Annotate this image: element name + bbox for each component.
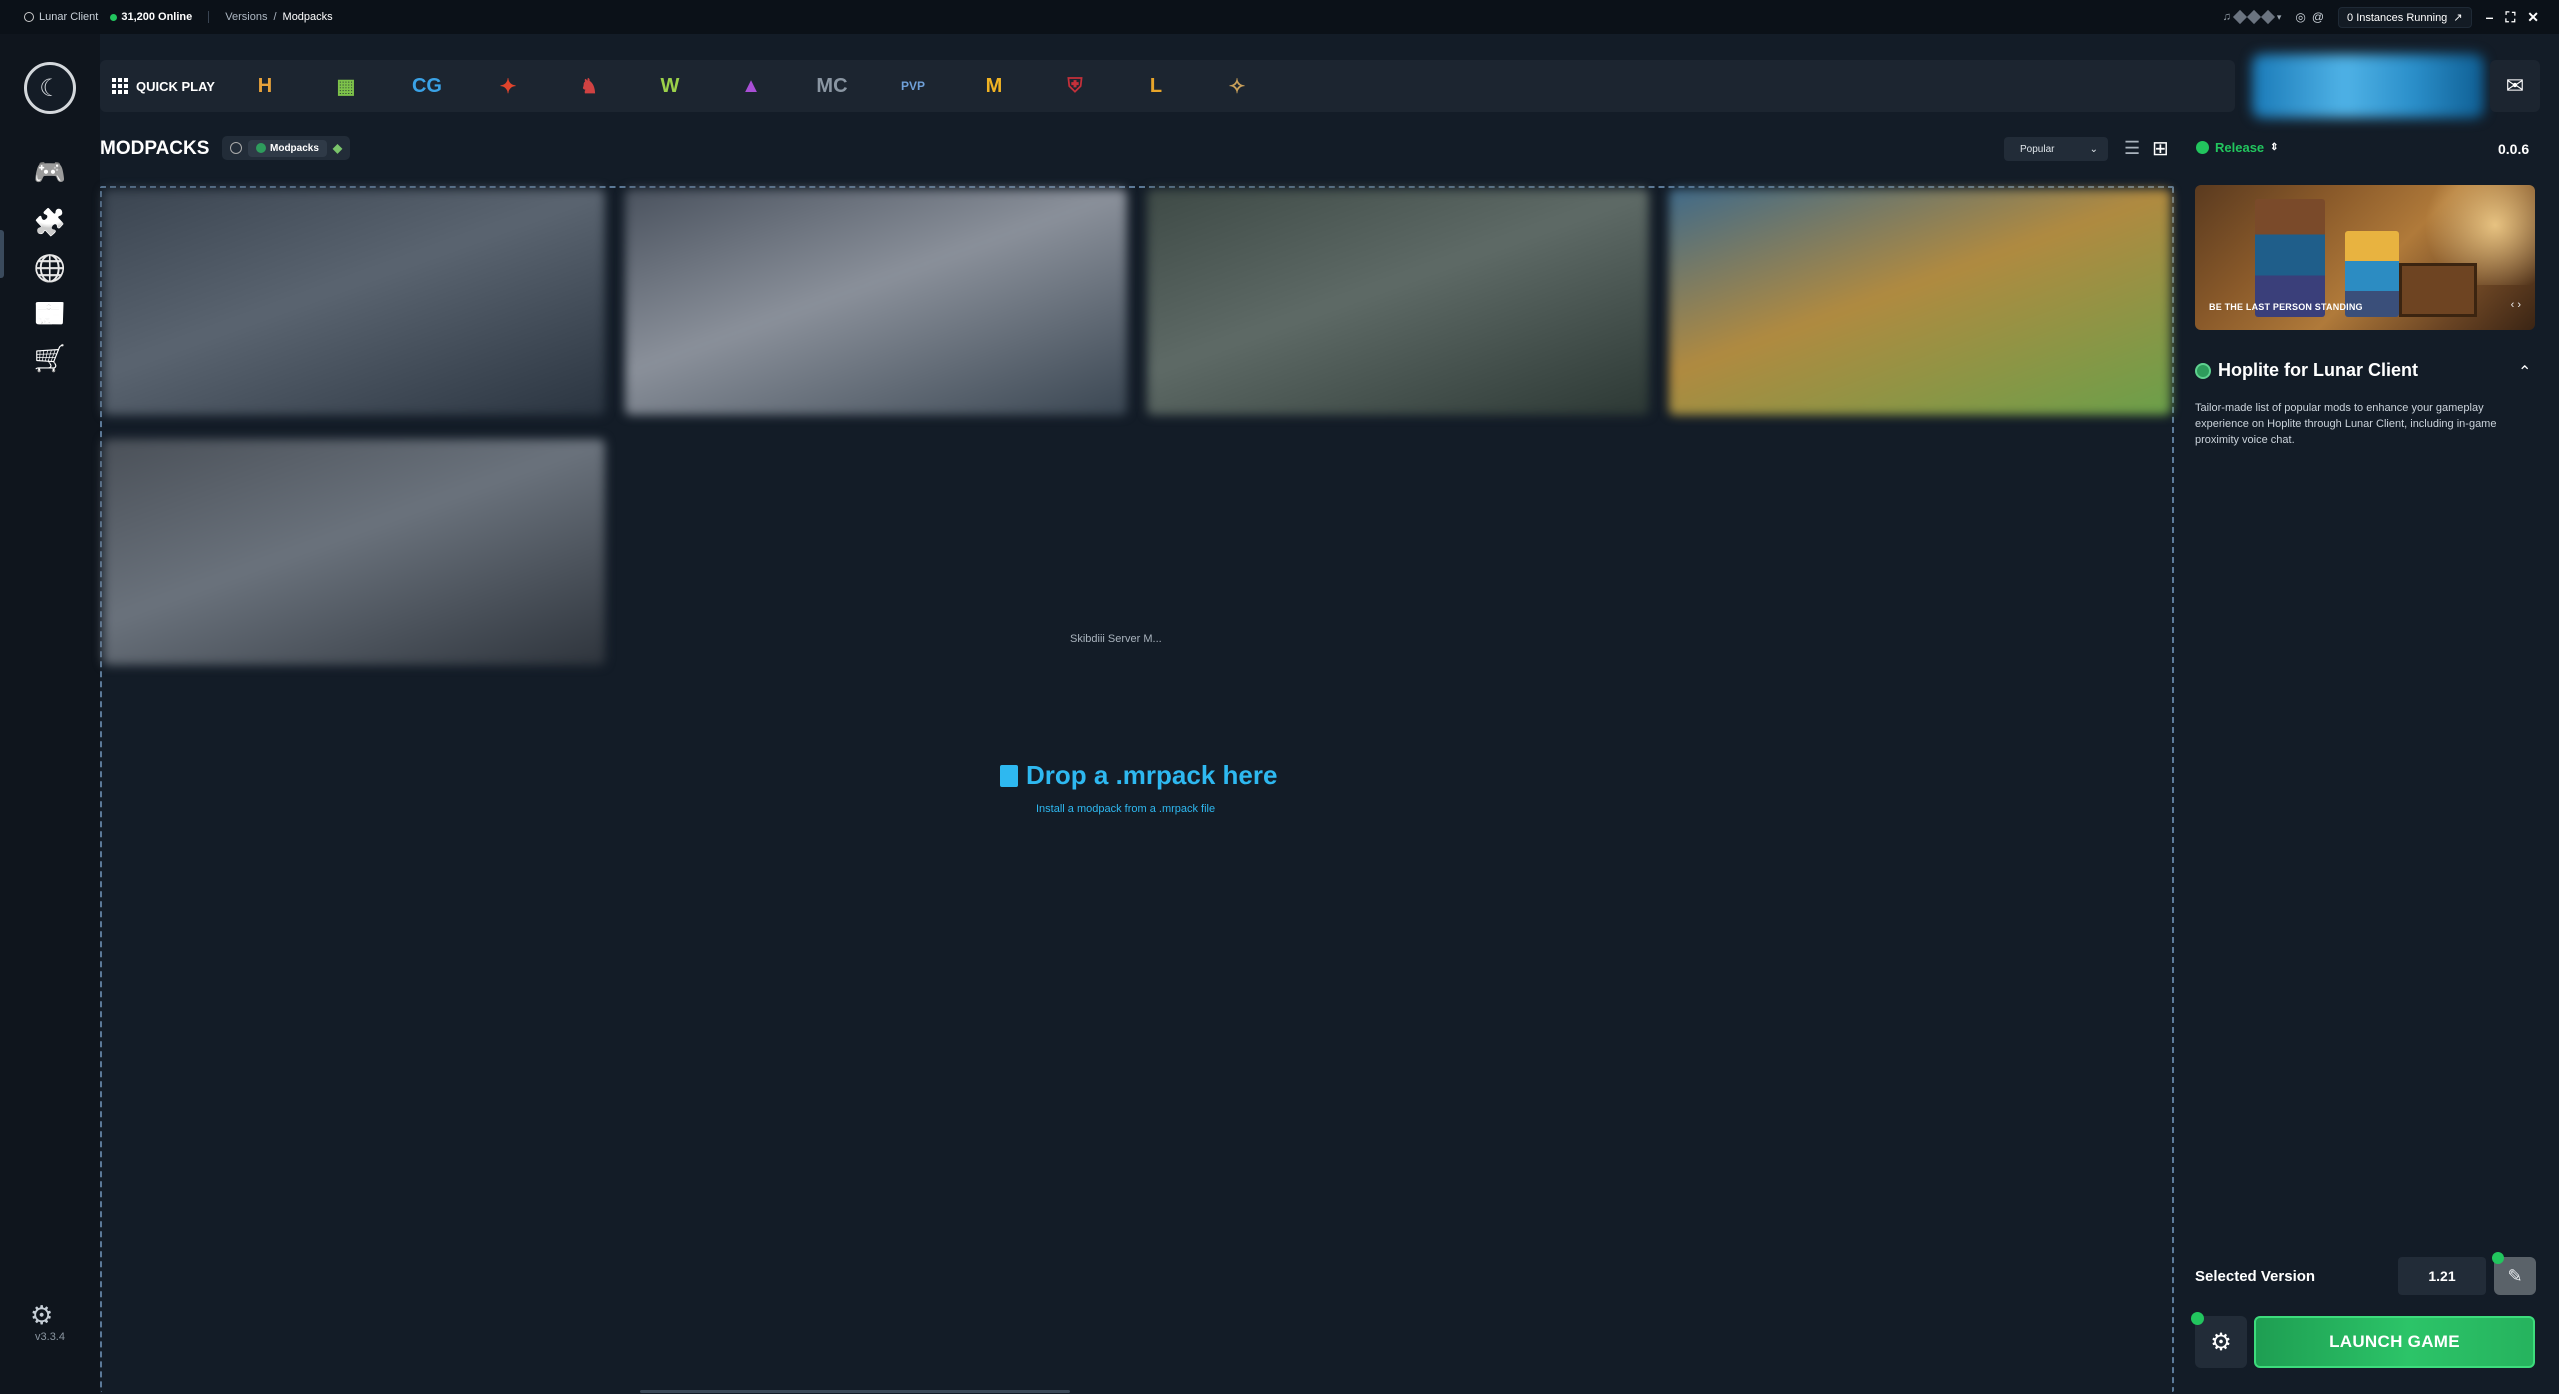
window-controls: – ⛶ ✕ — [2486, 9, 2539, 26]
modpack-card[interactable] — [625, 189, 1127, 415]
release-status-icon — [2196, 141, 2209, 154]
instagram-icon[interactable]: ◎ — [2295, 10, 2305, 24]
newspaper-icon: 📰 — [33, 297, 67, 328]
instances-running-button[interactable]: 0 Instances Running ↗ — [2338, 6, 2472, 28]
profile-card[interactable] — [2252, 54, 2484, 118]
server-icon-8[interactable]: MC — [812, 66, 852, 106]
modpack-card[interactable] — [103, 439, 605, 665]
online-count: 31,200 Online — [110, 11, 192, 23]
drop-subtitle: Install a modpack from a .mrpack file — [1036, 803, 1216, 815]
server-bar: QUICK PLAY H ▦ CG ✦ ♞ W ▲ MC PVP M ⛨ L ✧ — [100, 60, 2235, 112]
chevron-down-icon: ▾ — [2276, 11, 2282, 22]
settings-gears-icon[interactable]: ⚙ — [30, 1300, 53, 1331]
chest-image — [2399, 263, 2477, 317]
modpack-card[interactable] — [1669, 189, 2171, 415]
breadcrumb-separator: / — [273, 11, 277, 23]
modpack-card[interactable] — [1147, 189, 1649, 415]
server-icon-5[interactable]: ♞ — [569, 66, 609, 106]
sidebar-item-store[interactable]: 🛒 — [26, 334, 74, 382]
title-bar: Lunar Client 31,200 Online Versions / Mo… — [0, 0, 2559, 34]
release-channel-selector[interactable]: Release ⇕ — [2196, 140, 2279, 155]
list-view-icon[interactable]: ☰ — [2124, 138, 2140, 159]
modpack-version: 0.0.6 — [2498, 141, 2530, 157]
page-title: MODPACKS — [100, 138, 210, 159]
grid-icon — [112, 78, 128, 94]
mail-icon[interactable]: ✉ — [2490, 60, 2540, 112]
external-link-icon: ↗ — [2450, 11, 2463, 24]
cart-icon: 🛒 — [33, 342, 67, 373]
diamond-icon — [2246, 9, 2261, 25]
drop-title: Drop a .mrpack here — [1000, 760, 1277, 791]
pack-description: Tailor-made list of popular mods to enha… — [2195, 402, 2497, 446]
grid-view-icon[interactable]: ⊞ — [2152, 136, 2169, 161]
status-dot — [2492, 1252, 2504, 1264]
music-note-icon: ♫ — [2222, 11, 2231, 23]
sort-arrows-icon: ⇕ — [2270, 142, 2279, 153]
puzzle-icon: 🧩 — [33, 206, 67, 237]
client-version: v3.3.4 — [35, 1331, 65, 1343]
selected-version-label: Selected Version — [2195, 1268, 2316, 1285]
online-status-icon — [110, 13, 118, 21]
modpack-tabs: Modpacks ◆ — [222, 136, 351, 160]
server-icon-10[interactable]: M — [974, 66, 1014, 106]
character-image — [2255, 199, 2325, 317]
modpack-banner[interactable]: BE THE LAST PERSON STANDING ‹ › — [2195, 185, 2535, 330]
server-icon-3[interactable]: CG — [407, 66, 447, 106]
pencil-icon: ✎ — [2507, 1265, 2523, 1286]
banner-carousel-nav[interactable]: ‹ › — [2511, 299, 2521, 311]
social-links: ◎ @ — [2295, 10, 2324, 24]
tab-lunar[interactable] — [230, 142, 242, 154]
modpack-card[interactable] — [103, 189, 605, 415]
chevron-down-icon: ⌄ — [2089, 143, 2098, 155]
maximize-icon[interactable]: ⛶ — [2505, 9, 2515, 26]
selected-version-select[interactable]: 1.21 — [2398, 1257, 2486, 1295]
diamond-icon — [2232, 9, 2247, 25]
server-icon-9[interactable]: PVP — [893, 66, 933, 106]
server-icon-13[interactable]: ✧ — [1217, 66, 1257, 106]
breadcrumb-versions[interactable]: Versions — [225, 11, 267, 23]
gamepad-icon: 🎮 — [33, 156, 67, 187]
sort-dropdown[interactable]: Popular ⌄ — [2004, 137, 2108, 161]
sidebar-item-servers[interactable]: 🌐 — [26, 244, 74, 292]
server-icon-7[interactable]: ▲ — [731, 66, 771, 106]
close-icon[interactable]: ✕ — [2527, 9, 2539, 26]
gears-icon: ⚙ — [2210, 1328, 2232, 1356]
music-player[interactable]: ♫ ▾ — [2222, 9, 2282, 25]
chevron-up-icon[interactable]: ⌃ — [2518, 362, 2531, 382]
lunar-logo-icon — [24, 12, 34, 22]
diamond-icon — [2260, 9, 2275, 25]
breadcrumb-modpacks: Modpacks — [282, 11, 333, 23]
launch-game-button[interactable]: LAUNCH GAME — [2254, 1316, 2535, 1368]
modrinth-icon — [256, 143, 266, 153]
file-icon — [1000, 764, 1018, 787]
sidebar-item-games[interactable]: 🎮 — [26, 148, 74, 196]
status-dot — [2191, 1312, 2204, 1325]
app-title: Lunar Client — [24, 11, 98, 23]
tab-modpacks[interactable]: Modpacks — [248, 139, 327, 157]
modpack-card-title: Skibdiii Server M... — [1070, 633, 1162, 645]
quick-play-button[interactable]: QUICK PLAY — [112, 78, 215, 94]
lunar-logo-icon[interactable]: ☾ — [24, 62, 76, 114]
globe-icon: 🌐 — [33, 252, 67, 283]
server-icon-1[interactable]: H — [245, 66, 285, 106]
threads-icon[interactable]: @ — [2312, 10, 2324, 24]
banner-tagline: BE THE LAST PERSON STANDING — [2209, 302, 2363, 312]
sidebar-active-indicator — [0, 230, 4, 278]
pack-title: Hoplite for Lunar Client — [2195, 360, 2418, 381]
breadcrumb: Versions / Modpacks — [225, 11, 332, 23]
launch-settings-button[interactable]: ⚙ — [2195, 1316, 2247, 1368]
sidebar-item-news[interactable]: 📰 — [26, 289, 74, 337]
server-icon-12[interactable]: L — [1136, 66, 1176, 106]
tab-curseforge[interactable]: ◆ — [333, 141, 342, 155]
server-icon-11[interactable]: ⛨ — [1055, 66, 1095, 106]
modrinth-icon — [2195, 362, 2211, 379]
divider — [208, 11, 210, 23]
server-icon-4[interactable]: ✦ — [488, 66, 528, 106]
sidebar-item-mods[interactable]: 🧩 — [26, 198, 74, 246]
sidebar: ☾ 🎮 🧩 🌐 📰 🛒 ⚙ v3.3.4 — [0, 34, 100, 1394]
server-icon-6[interactable]: W — [650, 66, 690, 106]
minimize-icon[interactable]: – — [2486, 9, 2494, 26]
server-icon-2[interactable]: ▦ — [326, 66, 366, 106]
horizontal-scrollbar[interactable] — [640, 1390, 1070, 1393]
